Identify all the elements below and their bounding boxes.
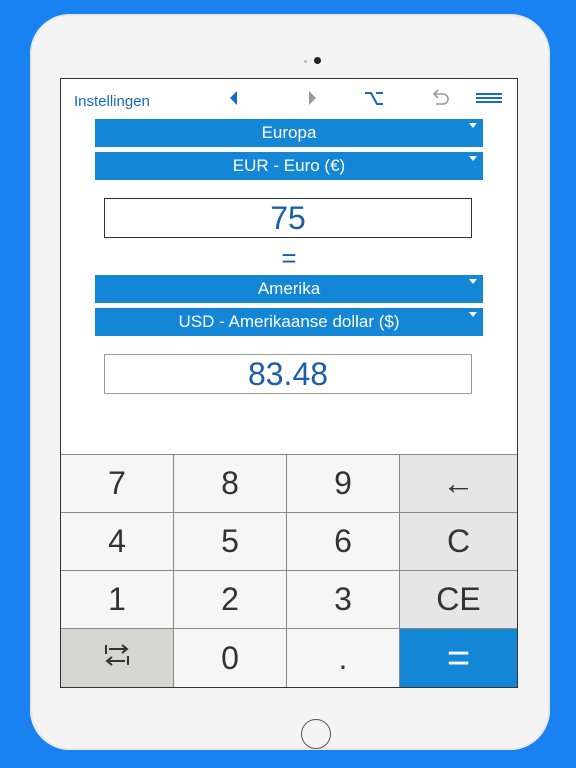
swap-arrows-icon [102,640,132,677]
from-amount-value: 75 [270,199,306,236]
from-amount-input[interactable]: 75 [104,198,472,238]
swap-currencies-key[interactable] [61,629,174,687]
from-currency-select[interactable]: EUR - Euro (€) [95,152,483,180]
from-region-label: Europa [261,123,317,142]
key-6[interactable]: 6 [287,513,400,571]
key-1[interactable]: 1 [61,571,174,629]
decimal-key[interactable]: . [287,629,400,687]
to-amount-value: 83.48 [247,355,329,392]
clear-key[interactable]: C [400,513,517,571]
key-5[interactable]: 5 [174,513,287,571]
clear-entry-key[interactable]: CE [400,571,517,629]
front-camera [314,57,321,64]
to-amount-output: 83.48 [104,354,472,394]
key-0[interactable]: 0 [174,629,287,687]
key-4[interactable]: 4 [61,513,174,571]
toolbar: Instellingen [61,79,517,117]
to-currency-label: USD - Amerikaanse dollar ($) [178,312,400,331]
key-7[interactable]: 7 [61,455,174,513]
key-9[interactable]: 9 [287,455,400,513]
settings-link[interactable]: Instellingen [74,93,150,110]
from-currency-label: EUR - Euro (€) [232,156,346,175]
dropdown-caret-icon [469,156,477,161]
sensor-dot [304,60,307,63]
menu-icon[interactable] [475,87,503,114]
equals-key[interactable]: = [400,629,517,687]
keypad: 7 8 9 ← 4 5 6 C 1 2 3 CE 0 . = [61,454,517,687]
to-currency-select[interactable]: USD - Amerikaanse dollar ($) [95,308,483,336]
key-8[interactable]: 8 [174,455,287,513]
home-button[interactable] [301,719,331,749]
key-2[interactable]: 2 [174,571,287,629]
to-region-select[interactable]: Amerika [95,275,483,303]
to-region-label: Amerika [257,279,321,298]
previous-arrow-icon[interactable] [227,87,239,114]
dropdown-caret-icon [469,123,477,128]
from-region-select[interactable]: Europa [95,119,483,147]
option-key-icon[interactable] [363,87,385,114]
dropdown-caret-icon [469,279,477,284]
undo-icon[interactable] [429,87,451,114]
app-screen: Instellingen Europa EUR - Euro (€) 75 = … [60,78,518,688]
key-3[interactable]: 3 [287,571,400,629]
next-arrow-icon[interactable] [307,87,319,114]
equals-sign: = [281,243,297,273]
backspace-key[interactable]: ← [400,455,517,513]
dropdown-caret-icon [469,312,477,317]
